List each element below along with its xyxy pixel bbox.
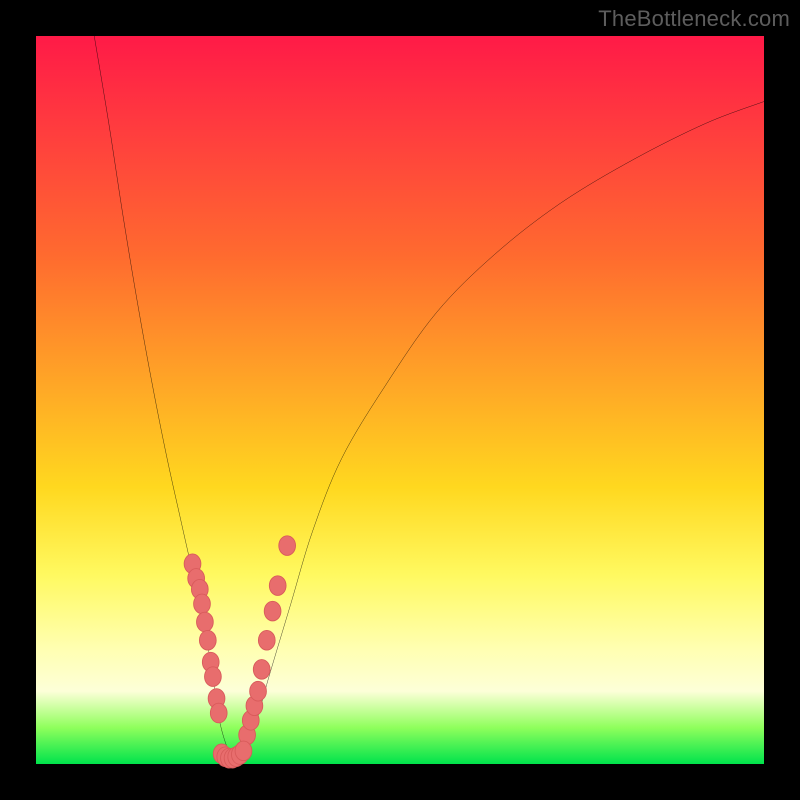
marker-layer: [184, 536, 295, 768]
data-marker: [253, 660, 270, 680]
data-marker: [235, 741, 252, 761]
data-marker: [205, 667, 222, 687]
chart-svg: [36, 36, 764, 764]
curve-layer: [94, 36, 764, 760]
data-marker: [199, 630, 216, 650]
outer-black-frame: TheBottleneck.com: [0, 0, 800, 800]
data-marker: [210, 703, 227, 723]
data-marker: [258, 630, 275, 650]
data-marker: [269, 576, 286, 596]
data-marker: [264, 601, 281, 621]
data-marker: [197, 612, 214, 632]
watermark-text: TheBottleneck.com: [598, 6, 790, 32]
data-marker: [250, 681, 267, 701]
plot-gradient-area: [36, 36, 764, 764]
data-marker: [194, 594, 211, 614]
data-marker: [279, 536, 296, 556]
bottleneck-curve-path: [94, 36, 764, 760]
